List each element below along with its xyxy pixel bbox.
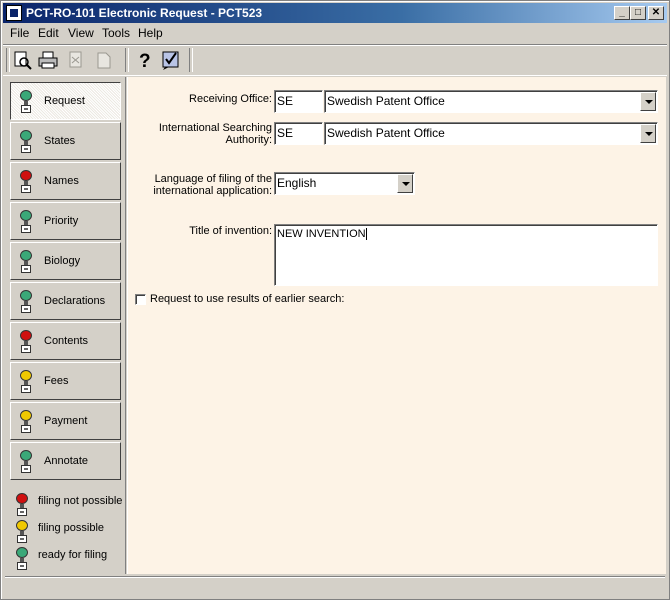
isa-code[interactable]: SE (274, 122, 323, 145)
chevron-down-icon[interactable] (397, 174, 413, 193)
nav-declarations[interactable]: Declarations (10, 282, 121, 320)
window-title: PCT-RO-101 Electronic Request - PCT523 (26, 6, 263, 20)
menu-bar: File Edit View Tools Help (3, 24, 667, 43)
ready-status-icon (19, 290, 33, 314)
menu-file[interactable]: File (10, 26, 29, 40)
language-label: Language of filing of the international … (132, 173, 272, 197)
application-window: PCT-RO-101 Electronic Request - PCT523 _… (0, 0, 670, 600)
title-bar[interactable]: PCT-RO-101 Electronic Request - PCT523 _… (3, 3, 667, 23)
menu-edit[interactable]: Edit (38, 26, 59, 40)
request-panel: Receiving Office: SE Swedish Patent Offi… (127, 77, 666, 574)
language-label-line2: international application: (153, 185, 272, 197)
receiving-office-value: Swedish Patent Office (327, 94, 445, 108)
receiving-office-code[interactable]: SE (274, 90, 323, 113)
language-label-line1: Language of filing of the (154, 173, 272, 185)
nav-annotate[interactable]: Annotate (10, 442, 121, 480)
toolbar: ? (3, 44, 667, 76)
ready-status-icon (19, 90, 33, 114)
ready-status-icon (19, 250, 33, 274)
ready-status-icon (19, 450, 33, 474)
disabled-doc-icon[interactable] (65, 49, 87, 71)
not-possible-status-icon (19, 170, 33, 194)
receiving-office-select[interactable]: Swedish Patent Office (324, 90, 658, 113)
validate-icon[interactable] (160, 49, 182, 71)
nav-contents[interactable]: Contents (10, 322, 121, 360)
possible-status-icon (15, 520, 29, 544)
language-value: English (277, 176, 317, 190)
menu-view[interactable]: View (68, 26, 94, 40)
chevron-down-icon[interactable] (640, 92, 656, 111)
maximize-button[interactable]: □ (630, 6, 646, 20)
preview-icon[interactable] (11, 49, 33, 71)
text-cursor: ​ (365, 228, 367, 240)
disabled-page-icon[interactable] (93, 49, 115, 71)
close-button[interactable]: ✕ (648, 6, 664, 20)
nav-label: Declarations (44, 295, 106, 307)
receiving-office-label: Receiving Office: (189, 93, 272, 105)
nav-label: Names (44, 175, 79, 187)
nav-label: Request (44, 95, 85, 107)
earlier-search-checkbox[interactable] (135, 294, 146, 305)
possible-status-icon (19, 410, 33, 434)
status-bar (5, 576, 665, 597)
nav-biology[interactable]: Biology (10, 242, 121, 280)
nav-priority[interactable]: Priority (10, 202, 121, 240)
isa-value: Swedish Patent Office (327, 126, 445, 140)
nav-payment[interactable]: Payment (10, 402, 121, 440)
title-value: NEW INVENTION (277, 228, 366, 240)
nav-label: Annotate (44, 455, 89, 467)
nav-label: Fees (44, 375, 69, 387)
section-nav: Request States Names Priority Biology De… (5, 77, 126, 574)
earlier-search-label: Request to use results of earlier search… (150, 293, 345, 305)
legend-label: filing possible (38, 522, 105, 534)
nav-label: Contents (44, 335, 89, 347)
svg-text:?: ? (139, 51, 151, 71)
isa-select[interactable]: Swedish Patent Office (324, 122, 658, 145)
isa-label-line1: International Searching (158, 122, 272, 134)
toolbar-separator-2 (189, 48, 193, 72)
nav-label: Priority (44, 215, 79, 227)
help-icon[interactable]: ? (134, 49, 156, 72)
nav-label: Payment (44, 415, 88, 427)
menu-tools[interactable]: Tools (102, 26, 130, 40)
not-possible-status-icon (15, 493, 29, 517)
title-textarea[interactable]: NEW INVENTION​ (274, 224, 658, 286)
possible-status-icon (19, 370, 33, 394)
nav-fees[interactable]: Fees (10, 362, 121, 400)
nav-label: States (44, 135, 76, 147)
not-possible-status-icon (19, 330, 33, 354)
language-select[interactable]: English (274, 172, 415, 195)
minimize-button[interactable]: _ (614, 6, 630, 20)
chevron-down-icon[interactable] (640, 124, 656, 143)
nav-request[interactable]: Request (10, 82, 121, 120)
print-icon[interactable] (37, 49, 59, 71)
isa-label-line2: Authority: (225, 134, 272, 146)
ready-status-icon (19, 210, 33, 234)
app-icon (6, 5, 22, 21)
ready-status-icon (15, 547, 29, 571)
toolbar-separator (125, 48, 129, 72)
title-label: Title of invention: (189, 225, 272, 237)
nav-names[interactable]: Names (10, 162, 121, 200)
toolbar-grip (6, 48, 10, 72)
ready-status-icon (19, 130, 33, 154)
menu-help[interactable]: Help (138, 26, 163, 40)
isa-label: International Searching Authority: (138, 122, 272, 146)
legend-label: filing not possible (38, 495, 123, 507)
nav-states[interactable]: States (10, 122, 121, 160)
legend-label: ready for filing (38, 549, 108, 561)
nav-label: Biology (44, 255, 81, 267)
